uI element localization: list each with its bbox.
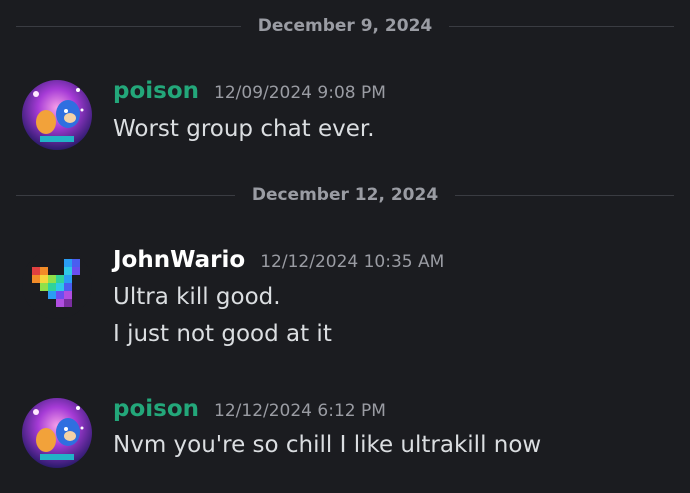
date-divider: December 9, 2024 (16, 16, 675, 36)
message-text: Ultra kill good. (113, 284, 281, 310)
timestamp[interactable]: 12/12/2024 10:35 AM (260, 252, 444, 272)
avatar[interactable] (22, 249, 92, 319)
divider-date: December 9, 2024 (257, 16, 433, 36)
divider-line (16, 25, 241, 27)
username[interactable]: poison (113, 396, 199, 422)
divider-line (16, 194, 235, 196)
timestamp[interactable]: 12/12/2024 6:12 PM (214, 401, 386, 421)
divider-line (455, 194, 674, 196)
message-text: Worst group chat ever. (113, 116, 375, 142)
date-divider: December 12, 2024 (16, 185, 674, 205)
message-text: Nvm you're so chill I like ultrakill now (113, 432, 542, 458)
username[interactable]: JohnWario (113, 247, 245, 273)
message-header: poison 12/12/2024 6:12 PM (113, 396, 386, 422)
message-header: JohnWario 12/12/2024 10:35 AM (113, 247, 444, 273)
username[interactable]: poison (113, 78, 199, 104)
avatar[interactable] (22, 398, 92, 468)
avatar[interactable] (22, 80, 92, 150)
divider-line (449, 25, 675, 27)
message-header: poison 12/09/2024 9:08 PM (113, 78, 386, 104)
timestamp[interactable]: 12/09/2024 9:08 PM (214, 83, 386, 103)
divider-date: December 12, 2024 (251, 185, 439, 205)
message-text: I just not good at it (113, 321, 332, 347)
